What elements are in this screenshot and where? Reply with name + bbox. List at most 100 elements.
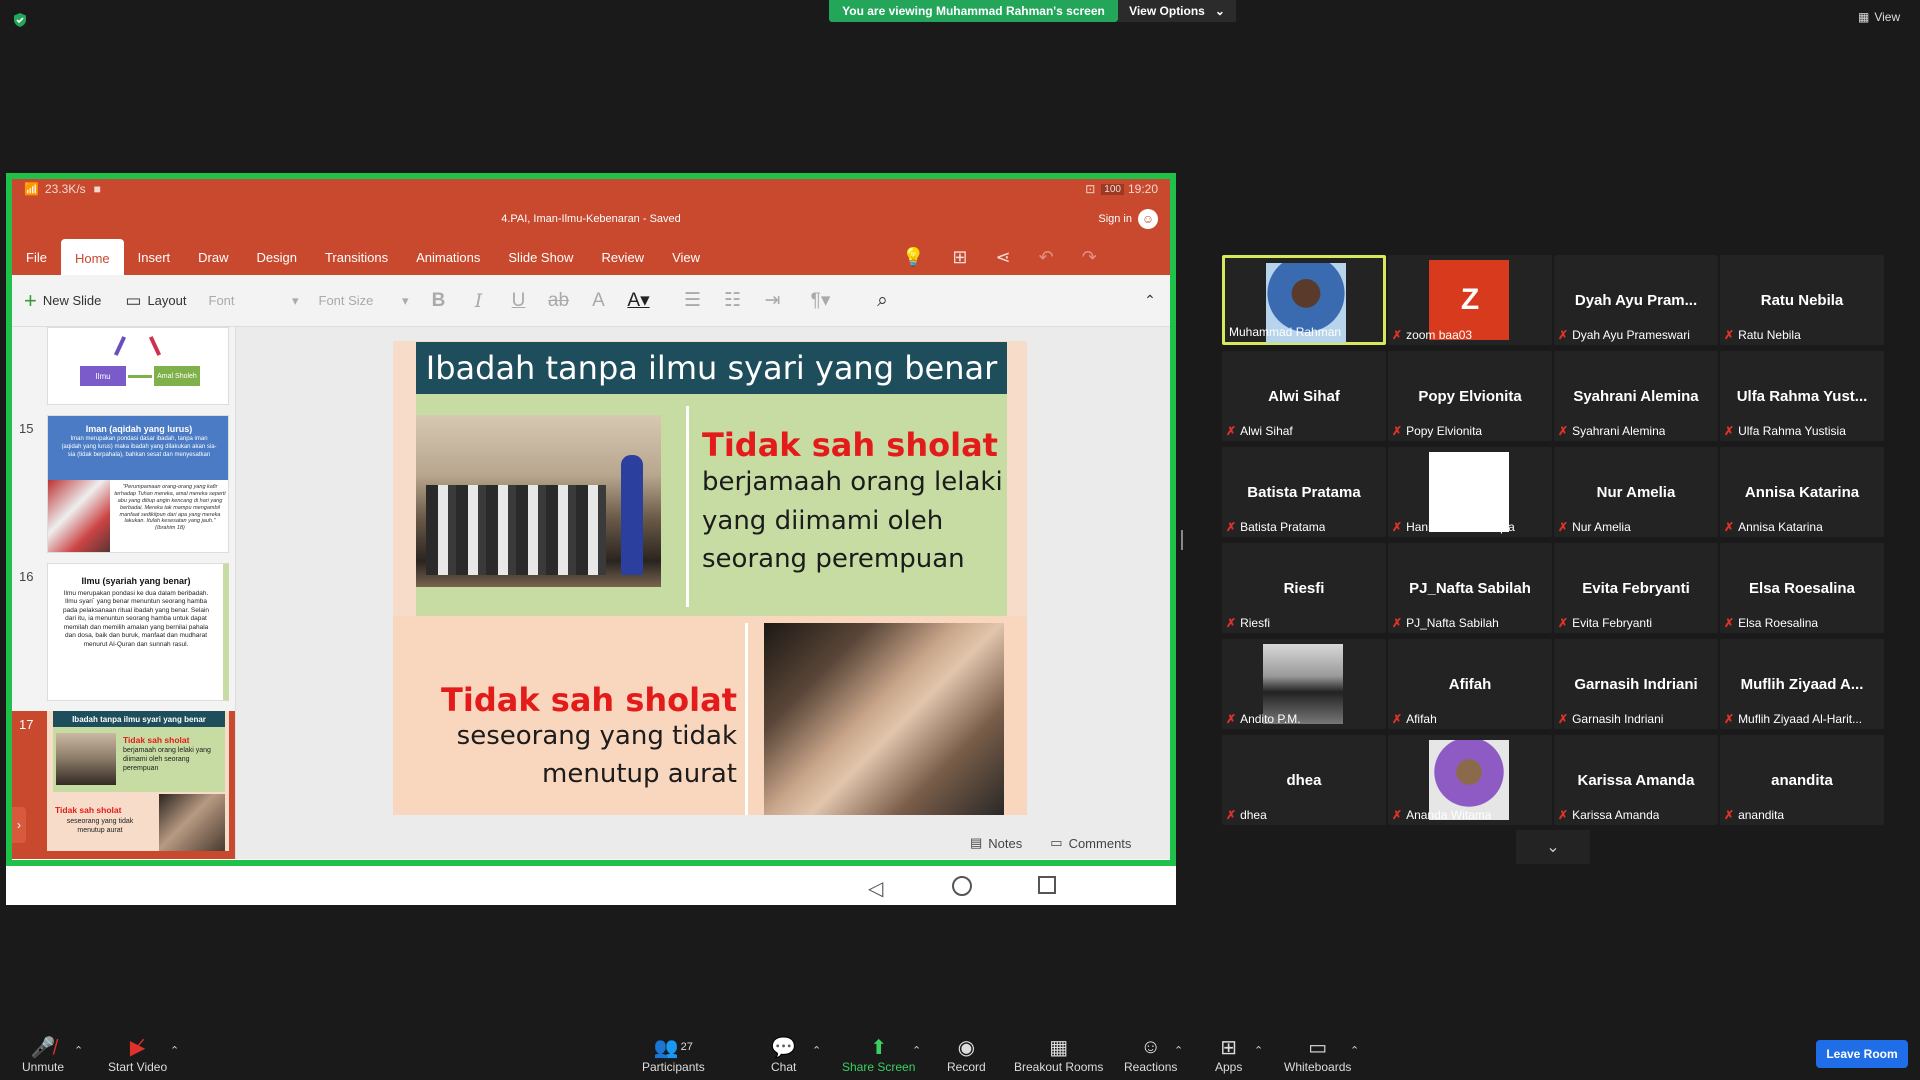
new-slide-button[interactable]: + New Slide [12, 288, 113, 314]
current-slide[interactable]: Ibadah tanpa ilmu syari yang benar Tidak… [393, 341, 1027, 815]
participant-tile[interactable]: Batista Pratama ✗ Batista Pratama [1222, 447, 1386, 537]
tab-draw[interactable]: Draw [184, 239, 242, 275]
record-button[interactable]: ◉ Record [947, 1034, 986, 1075]
chat-button[interactable]: 💬 Chat [771, 1034, 796, 1075]
apps-button[interactable]: ⊞ Apps [1215, 1034, 1242, 1075]
view-options-button[interactable]: View Options ⌄ [1118, 0, 1236, 22]
video-options-caret[interactable]: ⌃ [170, 1044, 179, 1057]
tab-insert[interactable]: Insert [124, 239, 185, 275]
slide-thumbnail-16[interactable]: Ilmu (syariah yang benar) Ilmu merupakan… [47, 563, 229, 701]
share-screen-button[interactable]: ⬆ Share Screen [842, 1034, 915, 1075]
apps-options-caret[interactable]: ⌃ [1254, 1044, 1263, 1057]
tab-transitions[interactable]: Transitions [311, 239, 402, 275]
tab-animations[interactable]: Animations [402, 239, 494, 275]
leave-room-button[interactable]: Leave Room [1816, 1040, 1908, 1068]
gallery-next-page-button[interactable]: ⌄ [1516, 830, 1590, 864]
participant-tile[interactable]: Popy Elvionita ✗ Popy Elvionita [1388, 351, 1552, 441]
recents-square-icon[interactable] [1038, 876, 1056, 894]
participant-tile[interactable]: Riesfi ✗ Riesfi [1222, 543, 1386, 633]
participant-tile[interactable]: Elsa Roesalina ✗ Elsa Roesalina [1720, 543, 1884, 633]
participant-tile[interactable]: Nur Amelia ✗ Nur Amelia [1554, 447, 1718, 537]
undo-icon[interactable]: ↶ [1039, 247, 1054, 268]
whiteboards-button[interactable]: ▭ Whiteboards [1284, 1034, 1351, 1075]
whiteboards-options-caret[interactable]: ⌃ [1350, 1044, 1359, 1057]
strikethrough-icon[interactable]: ab [539, 290, 579, 312]
sign-in-button[interactable]: Sign in ☺ [1098, 209, 1158, 229]
slide-divider-vertical [686, 406, 689, 607]
slide-body1-line2: yang diimami oleh [702, 506, 944, 536]
share-icon[interactable]: ⋖ [996, 247, 1011, 268]
slide-thumbnail-15[interactable]: Iman (aqidah yang lurus) Iman merupakan … [47, 415, 229, 553]
font-size-selector[interactable]: Font Size ▾ [309, 287, 419, 315]
numbering-icon[interactable]: ☷ [713, 289, 753, 312]
underline-icon[interactable]: U [499, 290, 539, 312]
audio-options-caret[interactable]: ⌃ [74, 1044, 83, 1057]
muted-microphone-icon: ✗ [1558, 424, 1569, 438]
split-resize-handle[interactable] [1181, 530, 1183, 550]
tab-file[interactable]: File [12, 239, 61, 275]
indent-icon[interactable]: ⇥ [753, 289, 793, 312]
bullets-icon[interactable]: ☰ [673, 289, 713, 312]
highlight-icon[interactable]: A [579, 290, 619, 312]
participant-tile[interactable]: Syahrani Alemina ✗ Syahrani Alemina [1554, 351, 1718, 441]
participant-tile[interactable]: Garnasih Indriani ✗ Garnasih Indriani [1554, 639, 1718, 729]
tab-slide-show[interactable]: Slide Show [494, 239, 587, 275]
tab-home[interactable]: Home [60, 239, 124, 277]
participant-tile[interactable]: ✗ Andito P.M. [1222, 639, 1386, 729]
participants-label: Participants [642, 1060, 705, 1074]
participant-name-label: ✗ Ulfa Rahma Yustisia [1724, 424, 1846, 438]
expand-pane-icon[interactable]: › [12, 807, 26, 843]
participant-tile[interactable]: ✗ Hanifah Amar Aaqila [1388, 447, 1552, 537]
tab-view[interactable]: View [658, 239, 714, 275]
unmute-button[interactable]: 🎤̸ Unmute [22, 1034, 64, 1075]
comments-button[interactable]: ▭ Comments [1050, 835, 1131, 851]
present-icon[interactable]: ⊞ [952, 247, 967, 268]
home-circle-icon[interactable] [952, 876, 972, 896]
participant-tile[interactable]: dhea ✗ dhea [1222, 735, 1386, 825]
slide-thumbnail-14[interactable]: Ilmu Amal Sholeh [47, 327, 229, 405]
breakout-rooms-button[interactable]: ▦ Breakout Rooms [1014, 1034, 1103, 1075]
participant-tile[interactable]: Ratu Nebila ✗ Ratu Nebila [1720, 255, 1884, 345]
slide-thumbnail-17[interactable]: Ibadah tanpa ilmu syari yang benar Tidak… [47, 711, 229, 851]
italic-icon[interactable]: I [459, 290, 499, 312]
lightbulb-icon[interactable]: 💡 [902, 247, 924, 268]
participant-tile[interactable]: anandita ✗ anandita [1720, 735, 1884, 825]
font-color-icon[interactable]: A▾ [619, 289, 659, 312]
tab-review[interactable]: Review [587, 239, 658, 275]
share-options-caret[interactable]: ⌃ [912, 1044, 921, 1057]
participant-tile[interactable]: Afifah ✗ Afifah [1388, 639, 1552, 729]
layout-button[interactable]: ▭ Layout [113, 291, 198, 311]
collapse-ribbon-icon[interactable]: ⌃ [1130, 292, 1170, 309]
participant-tile[interactable]: PJ_Nafta Sabilah ✗ PJ_Nafta Sabilah [1388, 543, 1552, 633]
thumb17-red1: Tidak sah sholat [123, 735, 190, 745]
security-shield-icon[interactable] [12, 12, 28, 28]
chat-options-caret[interactable]: ⌃ [812, 1044, 821, 1057]
muted-microphone-icon: ✗ [1724, 328, 1735, 342]
search-icon[interactable]: ⌕ [863, 290, 903, 312]
view-layout-button[interactable]: ▦ View [1858, 10, 1900, 24]
font-selector[interactable]: Font ▾ [199, 287, 309, 315]
start-video-button[interactable]: ▶̸ Start Video [108, 1034, 167, 1075]
participant-tile[interactable]: Annisa Katarina ✗ Annisa Katarina [1720, 447, 1884, 537]
reactions-options-caret[interactable]: ⌃ [1174, 1044, 1183, 1057]
reactions-button[interactable]: ☺ Reactions [1124, 1034, 1177, 1075]
muted-microphone-icon: ✗ [1392, 616, 1403, 630]
participant-tile[interactable]: Ulfa Rahma Yust... ✗ Ulfa Rahma Yustisia [1720, 351, 1884, 441]
participants-button[interactable]: 👥 27 Participants [642, 1034, 705, 1075]
participant-tile[interactable]: Z ✗ zoom baa03 [1388, 255, 1552, 345]
participant-tile[interactable]: Karissa Amanda ✗ Karissa Amanda [1554, 735, 1718, 825]
paragraph-icon[interactable]: ¶▾ [793, 289, 849, 312]
participant-tile[interactable]: Muflih Ziyaad A... ✗ Muflih Ziyaad Al-Hari… [1720, 639, 1884, 729]
back-triangle-icon[interactable]: ◁ [868, 876, 883, 901]
tab-design[interactable]: Design [243, 239, 311, 275]
participant-tile[interactable]: ✗ Ananda Witama [1388, 735, 1552, 825]
redo-icon[interactable]: ↷ [1082, 247, 1097, 268]
participant-tile[interactable]: Evita Febryanti ✗ Evita Febryanti [1554, 543, 1718, 633]
notes-button[interactable]: ▤ Notes [970, 835, 1022, 851]
bold-icon[interactable]: B [419, 290, 459, 312]
participant-tile[interactable]: Dyah Ayu Pram... ✗ Dyah Ayu Prameswari [1554, 255, 1718, 345]
battery-level: 100 [1101, 183, 1124, 195]
participant-name: anandita [1738, 808, 1785, 822]
participant-tile[interactable]: Alwi Sihaf ✗ Alwi Sihaf [1222, 351, 1386, 441]
participant-tile[interactable]: Muhammad Rahman [1222, 255, 1386, 345]
